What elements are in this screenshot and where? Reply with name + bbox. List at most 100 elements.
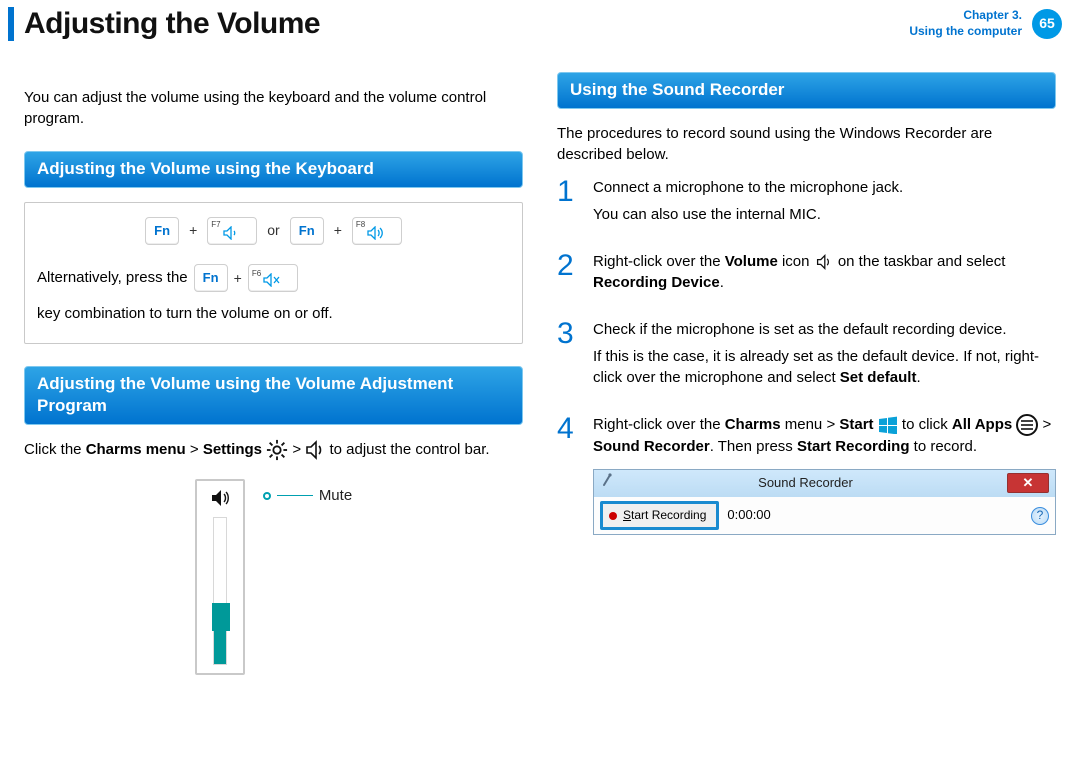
f7-key: F7: [207, 217, 257, 245]
txt: menu >: [785, 416, 840, 433]
volume-slider-figure: Mute: [24, 479, 523, 675]
plus-sign: +: [189, 221, 197, 241]
or-label: or: [267, 221, 279, 241]
volume-mute-icon: [263, 273, 283, 287]
key-combo-row: Fn + F7 or Fn + F8: [37, 217, 510, 245]
txt: >: [1043, 416, 1052, 433]
sound-recorder-window: Sound Recorder ✕ Start Recording 0:00:00…: [593, 469, 1056, 535]
txt: to adjust the control bar.: [329, 441, 489, 458]
section-heading-recorder: Using the Sound Recorder: [557, 72, 1056, 109]
keyboard-instructions-box: Fn + F7 or Fn + F8: [24, 202, 523, 344]
page-number-badge: 65: [1032, 9, 1062, 39]
txt: to record.: [914, 438, 977, 455]
header-right: Chapter 3. Using the computer 65: [909, 8, 1080, 39]
plus-sign: +: [234, 264, 242, 292]
txt: Right-click over the: [593, 253, 725, 270]
click-instructions: Click the Charms menu > Settings > to ad…: [24, 439, 523, 461]
step-text: Right-click over the Volume icon on the …: [593, 251, 1056, 293]
step-text: Check if the microphone is set as the de…: [593, 319, 1056, 340]
step-number: 3: [557, 319, 579, 394]
step-number: 1: [557, 177, 579, 231]
all-apps-icon: [1016, 414, 1038, 436]
volume-up-icon: [367, 226, 387, 240]
fn-key: Fn: [290, 217, 324, 245]
step-number: 4: [557, 414, 579, 535]
start-label: Start: [839, 416, 873, 433]
volume-slider[interactable]: [195, 479, 245, 675]
txt: .: [916, 369, 920, 386]
step-4: 4 Right-click over the Charms menu > Sta…: [557, 414, 1056, 535]
txt: If this is the case, it is already set a…: [593, 348, 1039, 386]
all-apps-label: All Apps: [952, 416, 1012, 433]
volume-down-icon: [223, 226, 241, 240]
f7-label: F7: [211, 219, 220, 230]
title-accent-bar: [8, 7, 14, 41]
f6-label: F6: [252, 266, 261, 282]
chapter-line-2: Using the computer: [909, 24, 1022, 40]
recorder-body: Start Recording 0:00:00 ?: [594, 497, 1055, 534]
plus-sign: +: [334, 221, 342, 241]
callout-dot: [263, 492, 271, 500]
f8-label: F8: [356, 219, 365, 230]
f8-key: F8: [352, 217, 402, 245]
alt-key-text-row: Alternatively, press the Fn + F6 key com…: [37, 263, 510, 329]
txt: . Then press: [710, 438, 797, 455]
gear-icon: [266, 439, 288, 461]
fn-key: Fn: [194, 264, 228, 292]
chapter-line-1: Chapter 3.: [909, 8, 1022, 24]
set-default-label: Set default: [840, 369, 917, 386]
button-label: Start Recording: [623, 507, 706, 524]
txt: on the taskbar and select: [838, 253, 1006, 270]
txt: .: [720, 274, 724, 291]
charms-label: Charms: [725, 416, 781, 433]
callout-line: [277, 495, 313, 496]
speaker-icon: [305, 440, 325, 460]
step-body: Right-click over the Volume icon on the …: [593, 251, 1056, 299]
intro-text: You can adjust the volume using the keyb…: [24, 87, 523, 129]
mute-callout: Mute: [263, 485, 352, 506]
microphone-icon: [600, 473, 614, 487]
volume-label: Volume: [725, 253, 778, 270]
txt: to click: [902, 416, 952, 433]
txt: Click the: [24, 441, 86, 458]
volume-handle[interactable]: [212, 603, 230, 631]
step-number: 2: [557, 251, 579, 299]
recorder-time: 0:00:00: [727, 506, 770, 524]
step-text: Right-click over the Charms menu > Start…: [593, 414, 1056, 457]
recorder-intro: The procedures to record sound using the…: [557, 123, 1056, 165]
speaker-icon: [814, 252, 834, 272]
gt: >: [292, 441, 305, 458]
recorder-title-text: Sound Recorder: [604, 474, 1007, 492]
alt-text-a: Alternatively, press the: [37, 263, 188, 293]
right-column: Using the Sound Recorder The procedures …: [557, 72, 1056, 675]
section-heading-keyboard: Adjusting the Volume using the Keyboard: [24, 151, 523, 188]
section-heading-program: Adjusting the Volume using the Volume Ad…: [24, 366, 523, 425]
alt-text-b: key combination to turn the volume on or…: [37, 299, 333, 329]
step-text: Connect a microphone to the microphone j…: [593, 177, 1056, 198]
step-body: Check if the microphone is set as the de…: [593, 319, 1056, 394]
help-button[interactable]: ?: [1031, 507, 1049, 525]
windows-logo-icon: [878, 416, 898, 434]
page-title: Adjusting the Volume: [24, 3, 320, 45]
step-2: 2 Right-click over the Volume icon on th…: [557, 251, 1056, 299]
start-recording-button[interactable]: Start Recording: [600, 501, 719, 530]
txt: icon: [782, 253, 814, 270]
recording-device-label: Recording Device: [593, 274, 720, 291]
txt: tart Recording: [631, 508, 706, 522]
recorder-title-bar: Sound Recorder ✕: [594, 470, 1055, 497]
step-text: If this is the case, it is already set a…: [593, 346, 1056, 388]
step-3: 3 Check if the microphone is set as the …: [557, 319, 1056, 394]
close-button[interactable]: ✕: [1007, 473, 1049, 493]
settings-label: Settings: [203, 441, 262, 458]
header-left: Adjusting the Volume: [0, 0, 320, 48]
volume-track[interactable]: [213, 517, 227, 665]
step-text: You can also use the internal MIC.: [593, 204, 1056, 225]
txt: Right-click over the: [593, 416, 725, 433]
step-body: Right-click over the Charms menu > Start…: [593, 414, 1056, 535]
speaker-icon[interactable]: [209, 487, 231, 509]
left-column: You can adjust the volume using the keyb…: [24, 72, 523, 675]
fn-key: Fn: [145, 217, 179, 245]
sound-recorder-label: Sound Recorder: [593, 438, 710, 455]
chapter-info: Chapter 3. Using the computer: [909, 8, 1022, 39]
page-header: Adjusting the Volume Chapter 3. Using th…: [0, 0, 1080, 48]
